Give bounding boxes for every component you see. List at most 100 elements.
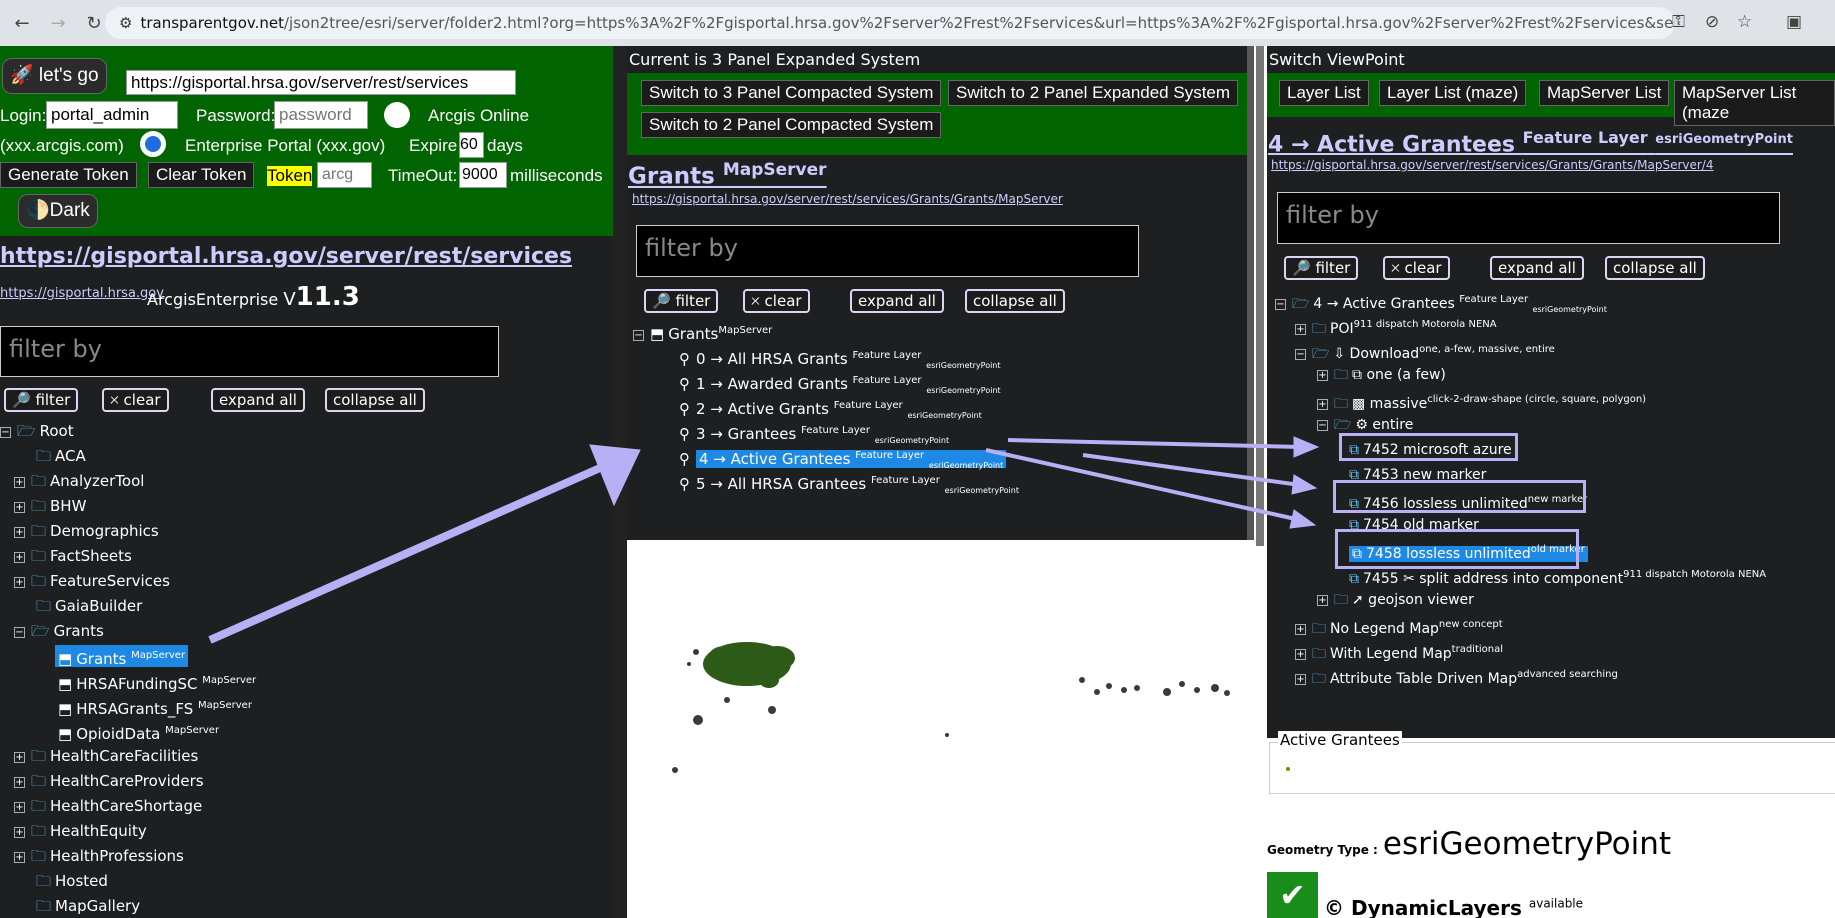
portal-link[interactable]: https://gisportal.hrsa.gov bbox=[0, 286, 164, 301]
service-item[interactable]: ⬒ OpioidData MapServer bbox=[58, 720, 220, 743]
with-legend-map-item[interactable]: + 🗀 With Legend Maptraditional bbox=[1295, 639, 1503, 662]
tree-root[interactable]: − 🗁 Root bbox=[0, 420, 74, 442]
tree-sup: MapServer bbox=[202, 675, 257, 686]
folder-item[interactable]: + 🗀 Demographics bbox=[14, 520, 159, 542]
middle-collapse-all-button[interactable]: collapse all bbox=[965, 289, 1065, 313]
left-filter-input[interactable]: filter by bbox=[0, 326, 499, 377]
server-url-input[interactable] bbox=[126, 70, 516, 95]
layer-list-button[interactable]: Layer List bbox=[1279, 80, 1369, 106]
folder-item-grants[interactable]: − 🗁 Grants bbox=[14, 620, 104, 642]
folder-icon: 🗀 bbox=[31, 847, 47, 865]
token-input[interactable] bbox=[317, 162, 372, 188]
no-legend-map-item[interactable]: + 🗀 No Legend Mapnew concept bbox=[1295, 614, 1503, 637]
layer-item[interactable]: ⚲ 0 → All HRSA Grants Feature Layer esriG… bbox=[679, 345, 1001, 370]
geojson-viewer-item[interactable]: + 🗀 ➚ geojson viewer bbox=[1317, 589, 1474, 611]
folder-item[interactable]: + 🗀 FeatureServices bbox=[14, 570, 170, 592]
switch-3-panel-compacted-button[interactable]: Switch to 3 Panel Compacted System bbox=[641, 80, 942, 106]
left-filter-button[interactable]: 🔎 filter bbox=[4, 388, 79, 412]
tree-sub: esriGeometryPoint bbox=[1532, 304, 1607, 314]
middle-clear-button[interactable]: 🞩 clear bbox=[743, 289, 810, 313]
service-item[interactable]: ⬒ HRSAGrants_FS MapServer bbox=[58, 695, 252, 718]
right-filter-button[interactable]: 🔎 filter bbox=[1284, 256, 1359, 280]
star-icon[interactable]: ☆ bbox=[1737, 12, 1752, 32]
tree-label: Hosted bbox=[55, 872, 108, 890]
back-icon[interactable]: ← bbox=[8, 9, 36, 37]
layer-item-selected[interactable]: ⚲ 4 → Active Grantees Feature Layer esriG… bbox=[679, 445, 1007, 470]
folder-item[interactable]: + 🗀 BHW bbox=[14, 495, 86, 517]
switch-2-panel-compacted-button[interactable]: Switch to 2 Panel Compacted System bbox=[641, 112, 942, 138]
folder-item[interactable]: 🗀 MapGallery bbox=[36, 895, 140, 917]
folder-item[interactable]: + 🗀 FactSheets bbox=[14, 545, 132, 567]
attribute-table-map-item[interactable]: + 🗀 Attribute Table Driven Mapadvanced sea… bbox=[1295, 664, 1618, 687]
forward-icon[interactable]: → bbox=[44, 9, 72, 37]
folder-icon: 🗀 bbox=[1312, 621, 1326, 637]
service-item-selected[interactable]: ⬒ Grants MapServer bbox=[55, 645, 189, 668]
tool-tree-root[interactable]: − 🗁 4 → Active Grantees Feature Layer esri… bbox=[1275, 289, 1607, 314]
services-title[interactable]: https://gisportal.hrsa.gov/server/rest/s… bbox=[0, 244, 572, 269]
tree-label: HealthCareProviders bbox=[50, 772, 204, 790]
left-clear-button[interactable]: 🞩 clear bbox=[102, 388, 169, 412]
key-icon[interactable]: ⚿ bbox=[1672, 12, 1685, 32]
login-input[interactable] bbox=[46, 101, 178, 129]
folder-item[interactable]: + 🗀 HealthCareFacilities bbox=[14, 745, 198, 767]
expire-input[interactable] bbox=[459, 132, 484, 158]
folder-item[interactable]: 🗀 GaiaBuilder bbox=[36, 595, 142, 617]
download-item[interactable]: − 🗁 ⇩ Downloadone, a-few, massive, entire bbox=[1295, 339, 1555, 362]
folder-item[interactable]: + 🗀 HealthCareShortage bbox=[14, 795, 202, 817]
version-number: 11.3 bbox=[295, 282, 360, 312]
reload-icon[interactable]: ↻ bbox=[80, 9, 108, 37]
middle-filter-input[interactable]: filter by bbox=[636, 225, 1139, 277]
layer-item[interactable]: ⚲ 3 → Grantees Feature Layer esriGeometry… bbox=[679, 420, 949, 445]
right-collapse-all-button[interactable]: collapse all bbox=[1605, 256, 1705, 280]
left-expand-all-button[interactable]: expand all bbox=[211, 388, 305, 412]
enterprise-radio[interactable] bbox=[140, 131, 166, 157]
lets-go-button[interactable]: 🚀 let's go bbox=[2, 58, 107, 94]
folder-item[interactable]: + 🗀 HealthCareProviders bbox=[14, 770, 204, 792]
middle-expand-all-button[interactable]: expand all bbox=[850, 289, 944, 313]
arcgis-online-radio[interactable] bbox=[384, 102, 410, 128]
clear-token-button[interactable]: Clear Token bbox=[148, 162, 255, 188]
tree-sup: MapServer bbox=[165, 725, 220, 736]
service-item[interactable]: ⬒ HRSAFundingSC MapServer bbox=[58, 670, 257, 693]
download-one-item[interactable]: + 🗀 ⧉ one (a few) bbox=[1317, 364, 1446, 386]
eye-off-icon[interactable]: ⊘ bbox=[1705, 12, 1719, 32]
dark-mode-button[interactable]: 🌓Dark bbox=[18, 194, 98, 228]
dynamic-layers: © DynamicLayers available bbox=[1324, 896, 1583, 918]
switch-2-panel-expanded-button[interactable]: Switch to 2 Panel Expanded System bbox=[948, 80, 1239, 106]
folder-item[interactable]: + 🗀 AnalyzerTool bbox=[14, 470, 144, 492]
layer-item[interactable]: ⚲ 2 → Active Grants Feature Layer esriGeo… bbox=[679, 395, 982, 420]
mapserver-link[interactable]: https://gisportal.hrsa.gov/server/rest/s… bbox=[632, 192, 1063, 206]
poi-item[interactable]: + 🗀 POI911 dispatch Motorola NENA bbox=[1295, 314, 1497, 337]
right-clear-button[interactable]: 🞩 clear bbox=[1383, 256, 1450, 280]
layer-title[interactable]: 4 → Active Grantees Feature Layer esriGe… bbox=[1268, 128, 1793, 157]
download-massive-item[interactable]: + 🗀 ▩ massiveclick-2-draw-shape (circle, s… bbox=[1317, 389, 1646, 412]
layer-tree-root[interactable]: − ⬒ GrantsMapServer bbox=[633, 320, 772, 343]
tree-label: Grants bbox=[53, 622, 104, 640]
folder-item[interactable]: + 🗀 HealthProfessions bbox=[14, 845, 184, 867]
panel-splitter-right[interactable] bbox=[1254, 46, 1267, 918]
panel-splitter-left[interactable] bbox=[613, 46, 627, 918]
folder-icon: 🗀 bbox=[31, 572, 47, 590]
layer-item[interactable]: ⚲ 5 → All HRSA Grantees Feature Layer esr… bbox=[679, 470, 1019, 495]
left-collapse-all-button[interactable]: collapse all bbox=[325, 388, 425, 412]
middle-scrollbar[interactable] bbox=[1247, 46, 1254, 540]
layer-link[interactable]: https://gisportal.hrsa.gov/server/rest/s… bbox=[1271, 158, 1713, 172]
folder-item[interactable]: 🗀 ACA bbox=[36, 445, 86, 467]
password-input[interactable] bbox=[274, 101, 368, 129]
mapserver-title[interactable]: Grants MapServer bbox=[628, 160, 827, 190]
middle-filter-button[interactable]: 🔎 filter bbox=[644, 289, 719, 313]
address-bar[interactable]: ⚙ transparentgov.net/json2tree/esri/serv… bbox=[105, 7, 1675, 39]
folder-item[interactable]: + 🗀 HealthEquity bbox=[14, 820, 147, 842]
mapserver-list-maze-button[interactable]: MapServer List (maze bbox=[1674, 80, 1835, 126]
site-info-icon[interactable]: ⚙ bbox=[119, 14, 132, 32]
generate-token-button[interactable]: Generate Token bbox=[0, 162, 137, 188]
mapserver-list-button[interactable]: MapServer List bbox=[1539, 80, 1670, 106]
right-expand-all-button[interactable]: expand all bbox=[1490, 256, 1584, 280]
map-preview[interactable] bbox=[627, 540, 1254, 918]
layer-item[interactable]: ⚲ 1 → Awarded Grants Feature Layer esriGe… bbox=[679, 370, 1001, 395]
timeout-input[interactable] bbox=[459, 162, 507, 188]
extensions-icon[interactable]: ▣ bbox=[1786, 12, 1802, 32]
right-filter-input[interactable]: filter by bbox=[1277, 192, 1780, 244]
layer-list-maze-button[interactable]: Layer List (maze) bbox=[1379, 80, 1527, 106]
folder-item[interactable]: 🗀 Hosted bbox=[36, 870, 108, 892]
